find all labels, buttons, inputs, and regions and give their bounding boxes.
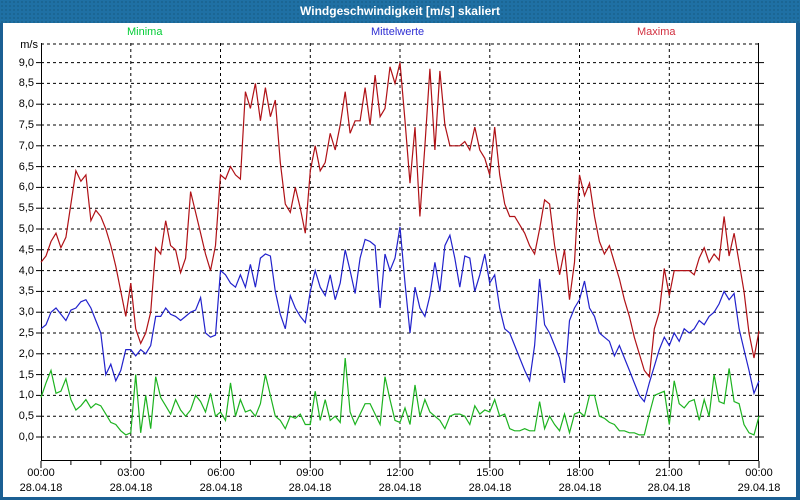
x-tick-date-label: 28.04.18 bbox=[378, 482, 422, 494]
x-tick-date-label: 28.04.18 bbox=[558, 482, 602, 494]
x-tick-date-label: 28.04.18 bbox=[288, 482, 332, 494]
x-tick-date-label: 28.04.18 bbox=[109, 482, 153, 494]
x-tick-time-label: 00:00 bbox=[27, 467, 55, 479]
x-tick-time-label: 18:00 bbox=[566, 467, 594, 479]
x-tick-time-label: 03:00 bbox=[117, 467, 145, 479]
x-tick-time-label: 06:00 bbox=[207, 467, 235, 479]
x-axis-labels: 00:00 28.04.18 03:00 28.04.18 06:00 28.04.18 0… bbox=[0, 0, 800, 500]
x-tick-date-label: 28.04.18 bbox=[19, 482, 63, 494]
x-tick-date-label: 28.04.18 bbox=[647, 482, 691, 494]
x-tick-time-label: 15:00 bbox=[476, 467, 504, 479]
x-tick-time-label: 09:00 bbox=[296, 467, 324, 479]
x-tick-time-label: 12:00 bbox=[386, 467, 414, 479]
x-tick-date-label: 28.04.18 bbox=[468, 482, 512, 494]
x-tick-time-label: 21:00 bbox=[655, 467, 683, 479]
wind-chart-window: Windgeschwindigkeit [m/s] skaliert Minim… bbox=[0, 0, 800, 500]
x-tick-date-label: 28.04.18 bbox=[199, 482, 243, 494]
x-tick-time-label: 00:00 bbox=[745, 467, 773, 479]
x-tick-date-label: 29.04.18 bbox=[737, 482, 781, 494]
